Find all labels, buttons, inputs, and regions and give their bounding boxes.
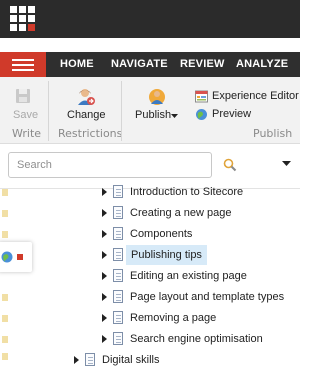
ribbon-divider xyxy=(48,81,49,141)
globe-icon xyxy=(1,251,13,263)
experience-editor-label: Experience Editor xyxy=(212,90,299,102)
sitecore-logo-icon[interactable] xyxy=(10,6,36,32)
floppy-disk-icon xyxy=(16,89,30,103)
expand-arrow-icon[interactable] xyxy=(102,188,107,196)
tree-item-label: Publishing tips xyxy=(126,245,207,265)
page-document-icon xyxy=(113,185,123,198)
restrictions-section-label: Restrictions xyxy=(58,127,123,140)
page-document-icon xyxy=(113,332,123,345)
expand-arrow-icon[interactable] xyxy=(102,251,107,259)
tree-item-label: Editing an existing page xyxy=(130,270,247,282)
separator-band xyxy=(0,38,300,52)
preview-globe-icon xyxy=(196,109,207,120)
preview-button[interactable]: Preview xyxy=(195,107,265,123)
user-change-icon xyxy=(78,89,95,105)
tab-review[interactable]: REVIEW xyxy=(180,52,225,77)
gutter-marker xyxy=(2,231,8,238)
page-document-icon xyxy=(113,227,123,240)
tree-item-label: Components xyxy=(130,228,193,240)
gutter-marker xyxy=(2,336,8,343)
page-document-icon xyxy=(113,269,123,282)
publish-section-label: Publish xyxy=(253,127,293,140)
write-section-label: Write xyxy=(12,127,42,140)
experience-editor-button[interactable]: Experience Editor xyxy=(195,89,300,105)
publish-globe-person-icon xyxy=(149,89,165,105)
top-bar xyxy=(0,0,300,38)
expand-arrow-icon[interactable] xyxy=(102,293,107,301)
search-input[interactable] xyxy=(8,152,212,178)
gutter-marker xyxy=(2,315,8,322)
page-document-icon xyxy=(113,206,123,219)
page-document-icon xyxy=(113,290,123,303)
change-label: Change xyxy=(67,109,106,121)
red-square-icon xyxy=(17,254,23,260)
content-tree: Introduction to Sitecore Creating a new … xyxy=(0,185,300,366)
gutter-marker xyxy=(2,210,8,217)
tree-item-label: Removing a page xyxy=(130,312,217,324)
expand-arrow-icon[interactable] xyxy=(102,314,107,322)
save-label: Save xyxy=(13,109,39,121)
publish-dropdown-button[interactable]: Publish xyxy=(126,77,188,125)
preview-label: Preview xyxy=(212,108,252,120)
page-document-icon xyxy=(113,248,123,261)
expand-arrow-icon[interactable] xyxy=(74,356,79,364)
search-icon[interactable] xyxy=(223,158,237,172)
expand-arrow-icon[interactable] xyxy=(102,209,107,217)
gutter-marker xyxy=(2,294,8,301)
expand-arrow-icon[interactable] xyxy=(102,272,107,280)
chevron-down-icon xyxy=(171,114,178,118)
expand-arrow-icon[interactable] xyxy=(102,230,107,238)
page-document-icon xyxy=(113,311,123,324)
tab-navigate[interactable]: NAVIGATE xyxy=(111,52,168,77)
expand-arrow-icon[interactable] xyxy=(102,335,107,343)
side-flyout[interactable] xyxy=(0,242,32,272)
publish-label: Publish xyxy=(135,109,172,121)
ribbon-divider xyxy=(121,81,122,141)
experience-editor-icon xyxy=(195,90,208,103)
hamburger-menu-button[interactable] xyxy=(0,52,46,77)
search-options-dropdown-icon[interactable] xyxy=(282,161,291,167)
ribbon: Save Write Change Restrictions Publish E… xyxy=(0,77,300,144)
tab-home[interactable]: HOME xyxy=(60,52,94,77)
tree-item-label: Digital skills xyxy=(102,354,160,366)
tree-item-label: Page layout and template types xyxy=(130,291,285,303)
ribbon-tab-bar: HOME NAVIGATE REVIEW ANALYZE xyxy=(0,52,300,77)
gutter-marker xyxy=(2,353,8,360)
gutter-marker xyxy=(2,189,8,196)
change-button[interactable]: Change xyxy=(52,77,118,125)
tree-item-label: Creating a new page xyxy=(130,207,232,219)
tree-item-label: Search engine optimisation xyxy=(130,333,263,345)
tree-item-label: Introduction to Sitecore xyxy=(130,186,244,198)
tab-analyze[interactable]: ANALYZE xyxy=(236,52,288,77)
